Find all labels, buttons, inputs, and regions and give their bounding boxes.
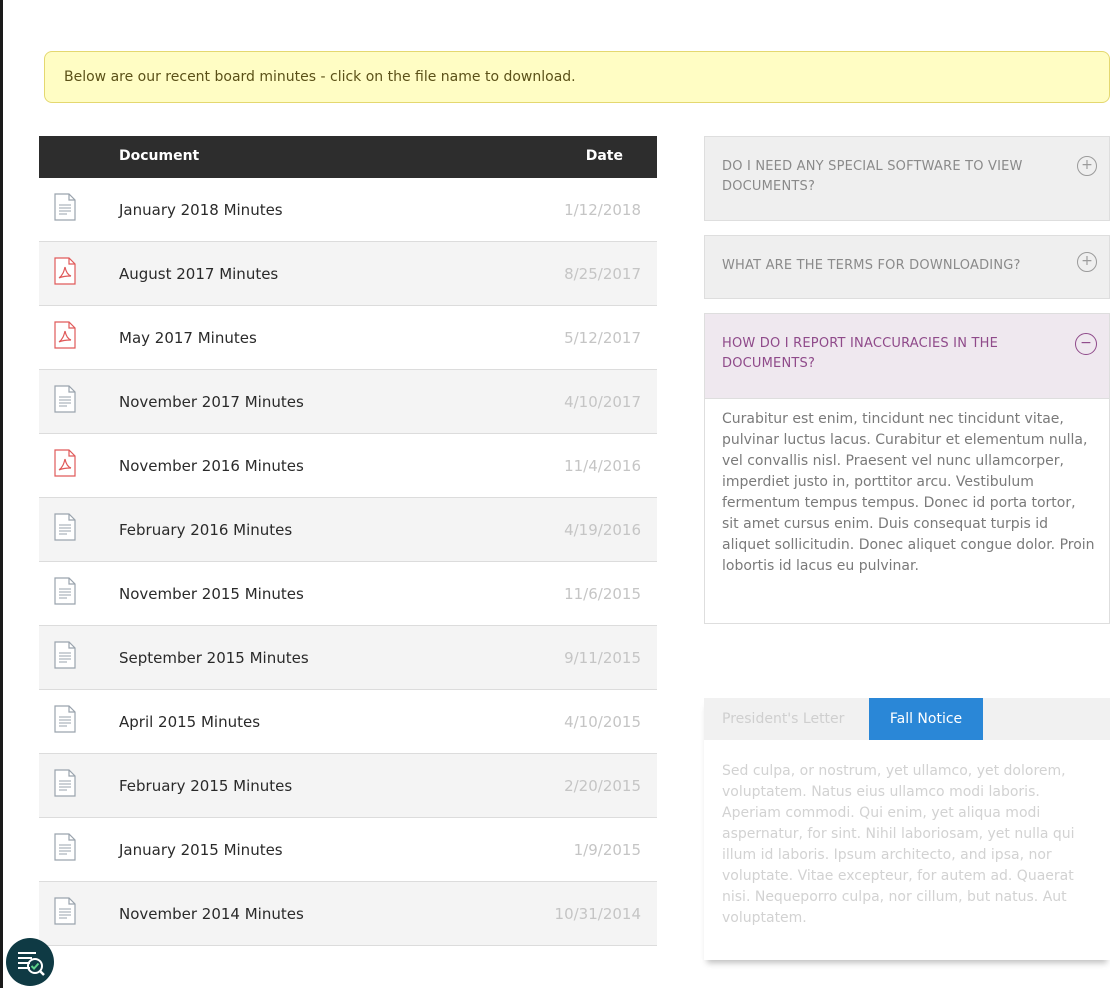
- table-row[interactable]: February 2016 Minutes 4/19/2016: [39, 498, 657, 562]
- column-header-document: Document: [119, 148, 200, 164]
- pdf-icon: [54, 449, 76, 477]
- accessibility-icon: [18, 952, 45, 976]
- document-date: 9/11/2015: [564, 649, 641, 667]
- plus-icon: +: [1077, 156, 1097, 176]
- notice-text: Below are our recent board minutes - cli…: [64, 69, 576, 85]
- document-date: 5/12/2017: [564, 329, 641, 347]
- document-name-link[interactable]: May 2017 Minutes: [119, 329, 257, 347]
- document-icon: [54, 193, 76, 221]
- tab-bar: President's Letter Fall Notice: [704, 698, 1110, 740]
- document-date: 4/19/2016: [564, 521, 641, 539]
- faq-item-software[interactable]: DO I NEED ANY SPECIAL SOFTWARE TO VIEW D…: [704, 136, 1110, 221]
- document-icon: [54, 385, 76, 413]
- documents-table: Document Date January 2018 Minutes 1/12/2…: [39, 136, 657, 946]
- document-date: 1/9/2015: [573, 841, 641, 859]
- document-icon: [54, 577, 76, 605]
- table-row[interactable]: November 2015 Minutes 11/6/2015: [39, 562, 657, 626]
- document-date: 10/31/2014: [554, 905, 641, 923]
- table-row[interactable]: January 2018 Minutes 1/12/2018: [39, 178, 657, 242]
- document-date: 1/12/2018: [564, 201, 641, 219]
- document-date: 4/10/2017: [564, 393, 641, 411]
- tabs-panel: President's Letter Fall Notice Sed culpa…: [704, 698, 1110, 960]
- column-header-date: Date: [585, 148, 623, 164]
- minus-icon: −: [1075, 333, 1097, 355]
- table-row[interactable]: May 2017 Minutes 5/12/2017: [39, 306, 657, 370]
- document-icon: [54, 769, 76, 797]
- document-icon: [54, 833, 76, 861]
- table-row[interactable]: January 2015 Minutes 1/9/2015: [39, 818, 657, 882]
- document-name-link[interactable]: August 2017 Minutes: [119, 265, 278, 283]
- tab-fall-notice[interactable]: Fall Notice: [869, 698, 983, 740]
- document-icon: [54, 897, 76, 925]
- table-row[interactable]: April 2015 Minutes 4/10/2015: [39, 690, 657, 754]
- table-row[interactable]: November 2016 Minutes 11/4/2016: [39, 434, 657, 498]
- pdf-icon: [54, 257, 76, 285]
- document-icon: [54, 641, 76, 669]
- faq-question: WHAT ARE THE TERMS FOR DOWNLOADING?: [722, 258, 1021, 273]
- tab-presidents-letter[interactable]: President's Letter: [722, 698, 844, 740]
- document-name-link[interactable]: November 2017 Minutes: [119, 393, 304, 411]
- document-date: 11/4/2016: [564, 457, 641, 475]
- table-row[interactable]: February 2015 Minutes 2/20/2015: [39, 754, 657, 818]
- document-date: 11/6/2015: [564, 585, 641, 603]
- plus-icon: +: [1077, 252, 1097, 272]
- accessibility-button[interactable]: [6, 938, 54, 986]
- faq-answer: Curabitur est enim, tincidunt nec tincid…: [704, 399, 1110, 624]
- document-date: 2/20/2015: [564, 777, 641, 795]
- document-name-link[interactable]: January 2015 Minutes: [119, 841, 283, 859]
- document-name-link[interactable]: January 2018 Minutes: [119, 201, 283, 219]
- faq-question: DO I NEED ANY SPECIAL SOFTWARE TO VIEW D…: [722, 159, 1023, 194]
- document-date: 4/10/2015: [564, 713, 641, 731]
- faq-item-inaccuracies[interactable]: HOW DO I REPORT INACCURACIES IN THE DOCU…: [704, 313, 1110, 399]
- table-row[interactable]: September 2015 Minutes 9/11/2015: [39, 626, 657, 690]
- document-icon: [54, 705, 76, 733]
- document-name-link[interactable]: September 2015 Minutes: [119, 649, 309, 667]
- table-header: Document Date: [39, 136, 657, 178]
- faq-question: HOW DO I REPORT INACCURACIES IN THE DOCU…: [722, 336, 999, 371]
- table-body: January 2018 Minutes 1/12/2018 August 2017…: [39, 178, 657, 946]
- document-icon: [54, 513, 76, 541]
- document-name-link[interactable]: February 2015 Minutes: [119, 777, 292, 795]
- tab-content: Sed culpa, or nostrum, yet ullamco, yet …: [722, 763, 1075, 926]
- document-name-link[interactable]: November 2014 Minutes: [119, 905, 304, 923]
- table-row[interactable]: August 2017 Minutes 8/25/2017: [39, 242, 657, 306]
- document-name-link[interactable]: February 2016 Minutes: [119, 521, 292, 539]
- table-row[interactable]: November 2014 Minutes 10/31/2014: [39, 882, 657, 946]
- faq-item-terms[interactable]: WHAT ARE THE TERMS FOR DOWNLOADING? +: [704, 235, 1110, 299]
- document-name-link[interactable]: November 2015 Minutes: [119, 585, 304, 603]
- document-name-link[interactable]: April 2015 Minutes: [119, 713, 260, 731]
- pdf-icon: [54, 321, 76, 349]
- document-date: 8/25/2017: [564, 265, 641, 283]
- left-border-rule: [0, 0, 3, 988]
- download-notice: Below are our recent board minutes - cli…: [44, 51, 1110, 103]
- document-name-link[interactable]: November 2016 Minutes: [119, 457, 304, 475]
- table-row[interactable]: November 2017 Minutes 4/10/2017: [39, 370, 657, 434]
